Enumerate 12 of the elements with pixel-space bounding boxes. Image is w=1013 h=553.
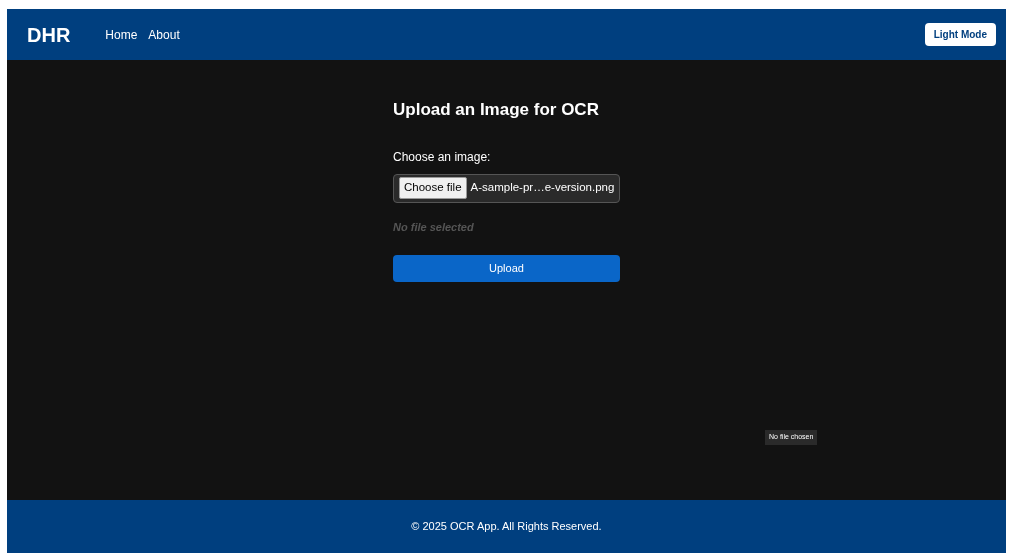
status-message: No file selected [393,219,475,235]
theme-toggle-button[interactable]: Light Mode [924,23,996,46]
brand-logo[interactable]: DHR [27,19,71,50]
nav-link[interactable]: Home [105,25,138,44]
choose-file-button[interactable]: Choose file [399,177,467,199]
upload-button[interactable]: Upload [393,255,620,282]
page-title: Upload an Image for OCR [393,99,600,121]
file-input[interactable]: Choose file A-sample-pr…e-version.png [393,173,620,203]
field-label: Choose an image: [393,148,492,166]
file-name: A-sample-pr…e-version.png [470,180,615,196]
copyright-text: © 2025 OCR App. All Rights Reserved. [411,519,602,535]
nav-link[interactable]: About [148,25,180,44]
